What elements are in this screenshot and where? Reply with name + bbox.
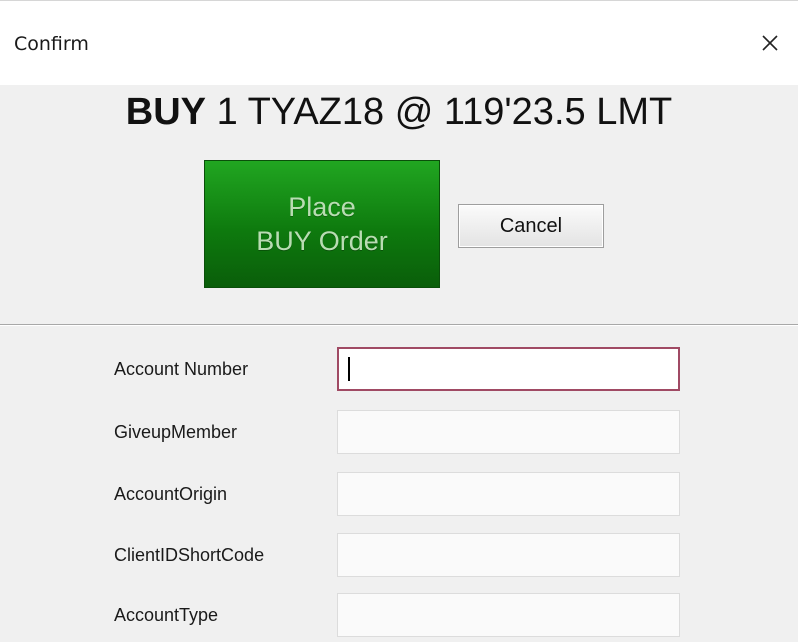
client-id-short-code-input[interactable] <box>337 533 680 577</box>
field-row-account-type: AccountType <box>0 593 798 637</box>
place-buy-order-label-line2: BUY Order <box>256 226 388 256</box>
field-row-client-id-short-code: ClientIDShortCode <box>0 533 798 577</box>
field-row-account-origin: AccountOrigin <box>0 472 798 516</box>
account-type-label: AccountType <box>114 605 219 625</box>
client-id-short-code-label: ClientIDShortCode <box>114 545 265 565</box>
field-row-account-number: Account Number <box>0 347 798 391</box>
text-caret <box>348 357 350 381</box>
place-buy-order-label-line1: Place <box>288 192 356 222</box>
field-row-giveup-member: GiveupMember <box>0 410 798 454</box>
order-summary: BUY 1 TYAZ18 @ 119'23.5 LMT <box>0 91 798 134</box>
order-details: 1 TYAZ18 @ 119'23.5 LMT <box>216 91 673 133</box>
title-bar: Confirm <box>0 1 798 85</box>
close-button[interactable] <box>752 25 788 61</box>
giveup-member-input[interactable] <box>337 410 680 454</box>
section-divider <box>0 324 798 326</box>
close-icon <box>762 35 778 51</box>
window-title: Confirm <box>14 33 89 55</box>
confirm-dialog: Confirm BUY 1 TYAZ18 @ 119'23.5 LMT Plac… <box>0 0 798 642</box>
account-origin-input[interactable] <box>337 472 680 516</box>
place-buy-order-button[interactable]: Place BUY Order <box>204 160 440 288</box>
cancel-button[interactable]: Cancel <box>458 204 604 248</box>
account-origin-label: AccountOrigin <box>114 484 228 504</box>
giveup-member-label: GiveupMember <box>114 422 238 442</box>
account-number-input[interactable] <box>337 347 680 391</box>
order-side: BUY <box>125 91 207 133</box>
account-type-input[interactable] <box>337 593 680 637</box>
account-number-label: Account Number <box>114 359 249 379</box>
